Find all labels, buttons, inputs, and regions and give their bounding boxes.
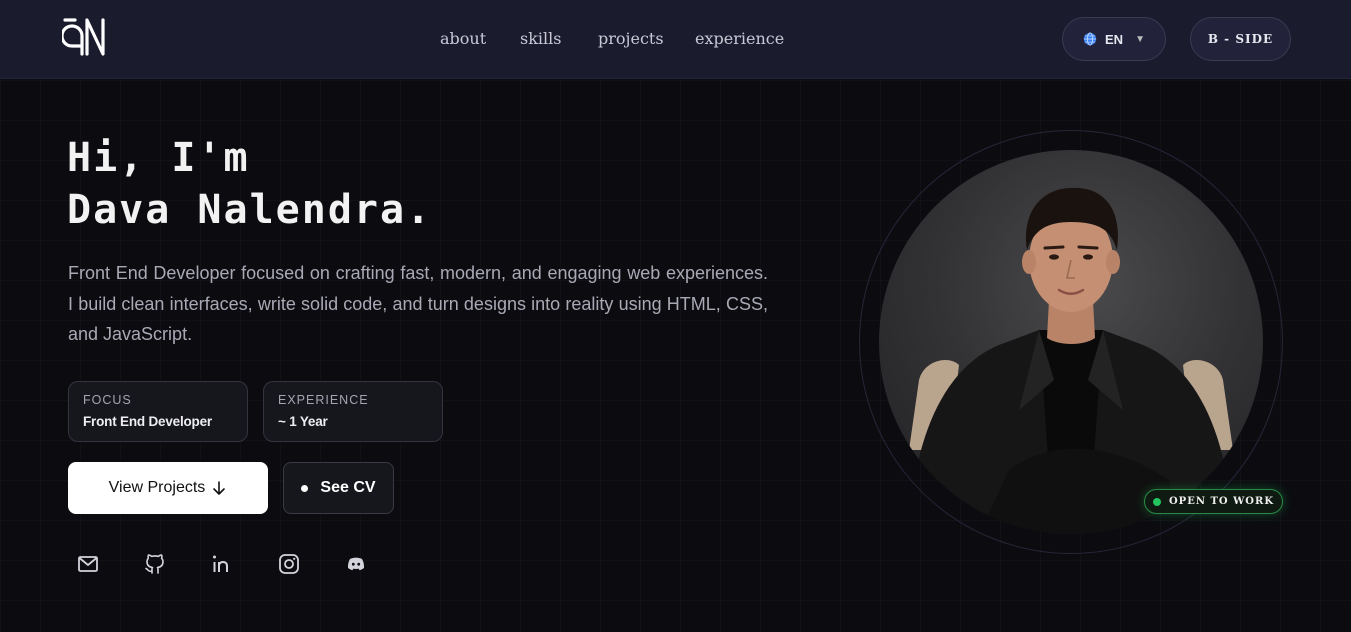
hero-description: Front End Developer focused on crafting …	[68, 263, 768, 344]
chevron-down-icon: ▼	[1135, 33, 1145, 45]
mail-icon	[78, 556, 98, 572]
b-side-button[interactable]: B - SIDE	[1190, 17, 1291, 61]
open-to-work-label: OPEN TO WORK	[1168, 496, 1275, 507]
github-link[interactable]	[143, 552, 167, 576]
nav-link-about[interactable]: about	[440, 29, 486, 48]
nav-link-projects[interactable]: projects	[598, 29, 664, 48]
nav-link-experience[interactable]: experience	[695, 29, 784, 48]
hero-name: Dava Nalendra.	[67, 187, 433, 233]
focus-label: FOCUS	[83, 393, 132, 407]
linkedin-icon	[213, 555, 228, 572]
see-cv-label: See CV	[320, 479, 376, 496]
open-to-work-badge: OPEN TO WORK	[1144, 489, 1283, 514]
arrow-down-icon	[213, 481, 226, 495]
hero-greeting: Hi, I'm	[67, 135, 250, 181]
logo-icon	[60, 18, 105, 56]
focus-value: Front End Developer	[83, 414, 212, 429]
mail-link[interactable]	[76, 552, 100, 576]
profile-photo	[879, 150, 1263, 534]
logo[interactable]	[60, 16, 110, 58]
status-dot-icon	[1152, 497, 1161, 506]
hero-title: Hi, I'm Dava Nalendra.	[67, 132, 432, 236]
discord-link[interactable]	[344, 552, 368, 576]
see-cv-button[interactable]: See CV	[283, 462, 394, 514]
language-selector[interactable]: EN ▼	[1062, 17, 1166, 61]
instagram-link[interactable]	[277, 552, 301, 576]
dot-icon	[301, 484, 309, 492]
linkedin-link[interactable]	[210, 552, 234, 576]
nav-link-skills[interactable]: skills	[520, 29, 561, 48]
navbar: about skills projects experience EN ▼ B …	[0, 0, 1351, 79]
discord-icon	[347, 557, 365, 571]
language-label: EN	[1105, 31, 1124, 47]
person-illustration	[909, 187, 1233, 534]
view-projects-button[interactable]: View Projects	[68, 462, 268, 514]
globe-icon	[1083, 32, 1097, 46]
experience-value: ~ 1 Year	[278, 414, 328, 429]
view-projects-label: View Projects	[108, 479, 206, 496]
instagram-icon	[279, 554, 299, 574]
experience-label: EXPERIENCE	[278, 393, 369, 407]
experience-card: EXPERIENCE ~ 1 Year	[263, 381, 443, 442]
github-icon	[145, 554, 164, 574]
focus-card: FOCUS Front End Developer	[68, 381, 248, 442]
